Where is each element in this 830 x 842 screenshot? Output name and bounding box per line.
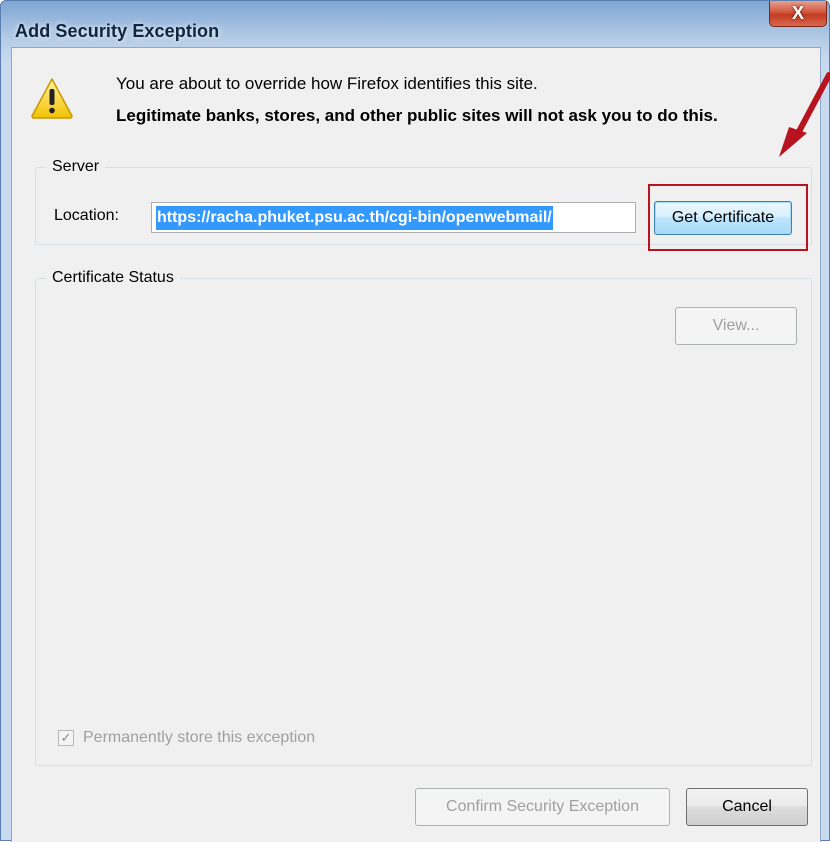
view-label: View... xyxy=(712,317,760,334)
certificate-status-legend: Certificate Status xyxy=(46,269,180,287)
close-button[interactable]: X xyxy=(769,1,827,27)
view-button[interactable]: View... xyxy=(675,307,797,345)
certificate-status-group xyxy=(35,278,812,766)
dialog-window: Add Security Exception X You are about t… xyxy=(0,0,830,842)
permanent-store-label: Permanently store this exception xyxy=(83,729,316,746)
cancel-button[interactable]: Cancel xyxy=(686,788,808,826)
confirm-exception-label: Confirm Security Exception xyxy=(446,798,639,815)
permanent-store-row[interactable]: ✓ Permanently store this exception xyxy=(58,729,315,747)
checkmark-icon: ✓ xyxy=(60,730,72,745)
permanent-store-checkbox[interactable]: ✓ xyxy=(58,730,74,746)
server-legend: Server xyxy=(46,158,106,176)
cancel-label: Cancel xyxy=(722,798,772,815)
confirm-exception-button[interactable]: Confirm Security Exception xyxy=(415,788,670,826)
close-icon: X xyxy=(791,3,804,23)
annotation-highlight-box xyxy=(648,184,808,251)
dialog-title: Add Security Exception xyxy=(15,21,220,41)
annotation-arrow-icon xyxy=(779,72,830,157)
warning-icon xyxy=(31,78,73,119)
title-bar[interactable]: Add Security Exception X xyxy=(1,1,829,47)
dialog-body: You are about to override how Firefox id… xyxy=(11,47,821,842)
warning-message: You are about to override how Firefox id… xyxy=(116,74,538,93)
location-value: https://racha.phuket.psu.ac.th/cgi-bin/o… xyxy=(156,206,553,230)
warning-message-bold: Legitimate banks, stores, and other publ… xyxy=(116,106,718,125)
location-label: Location: xyxy=(54,207,119,224)
location-input[interactable]: https://racha.phuket.psu.ac.th/cgi-bin/o… xyxy=(151,202,636,233)
